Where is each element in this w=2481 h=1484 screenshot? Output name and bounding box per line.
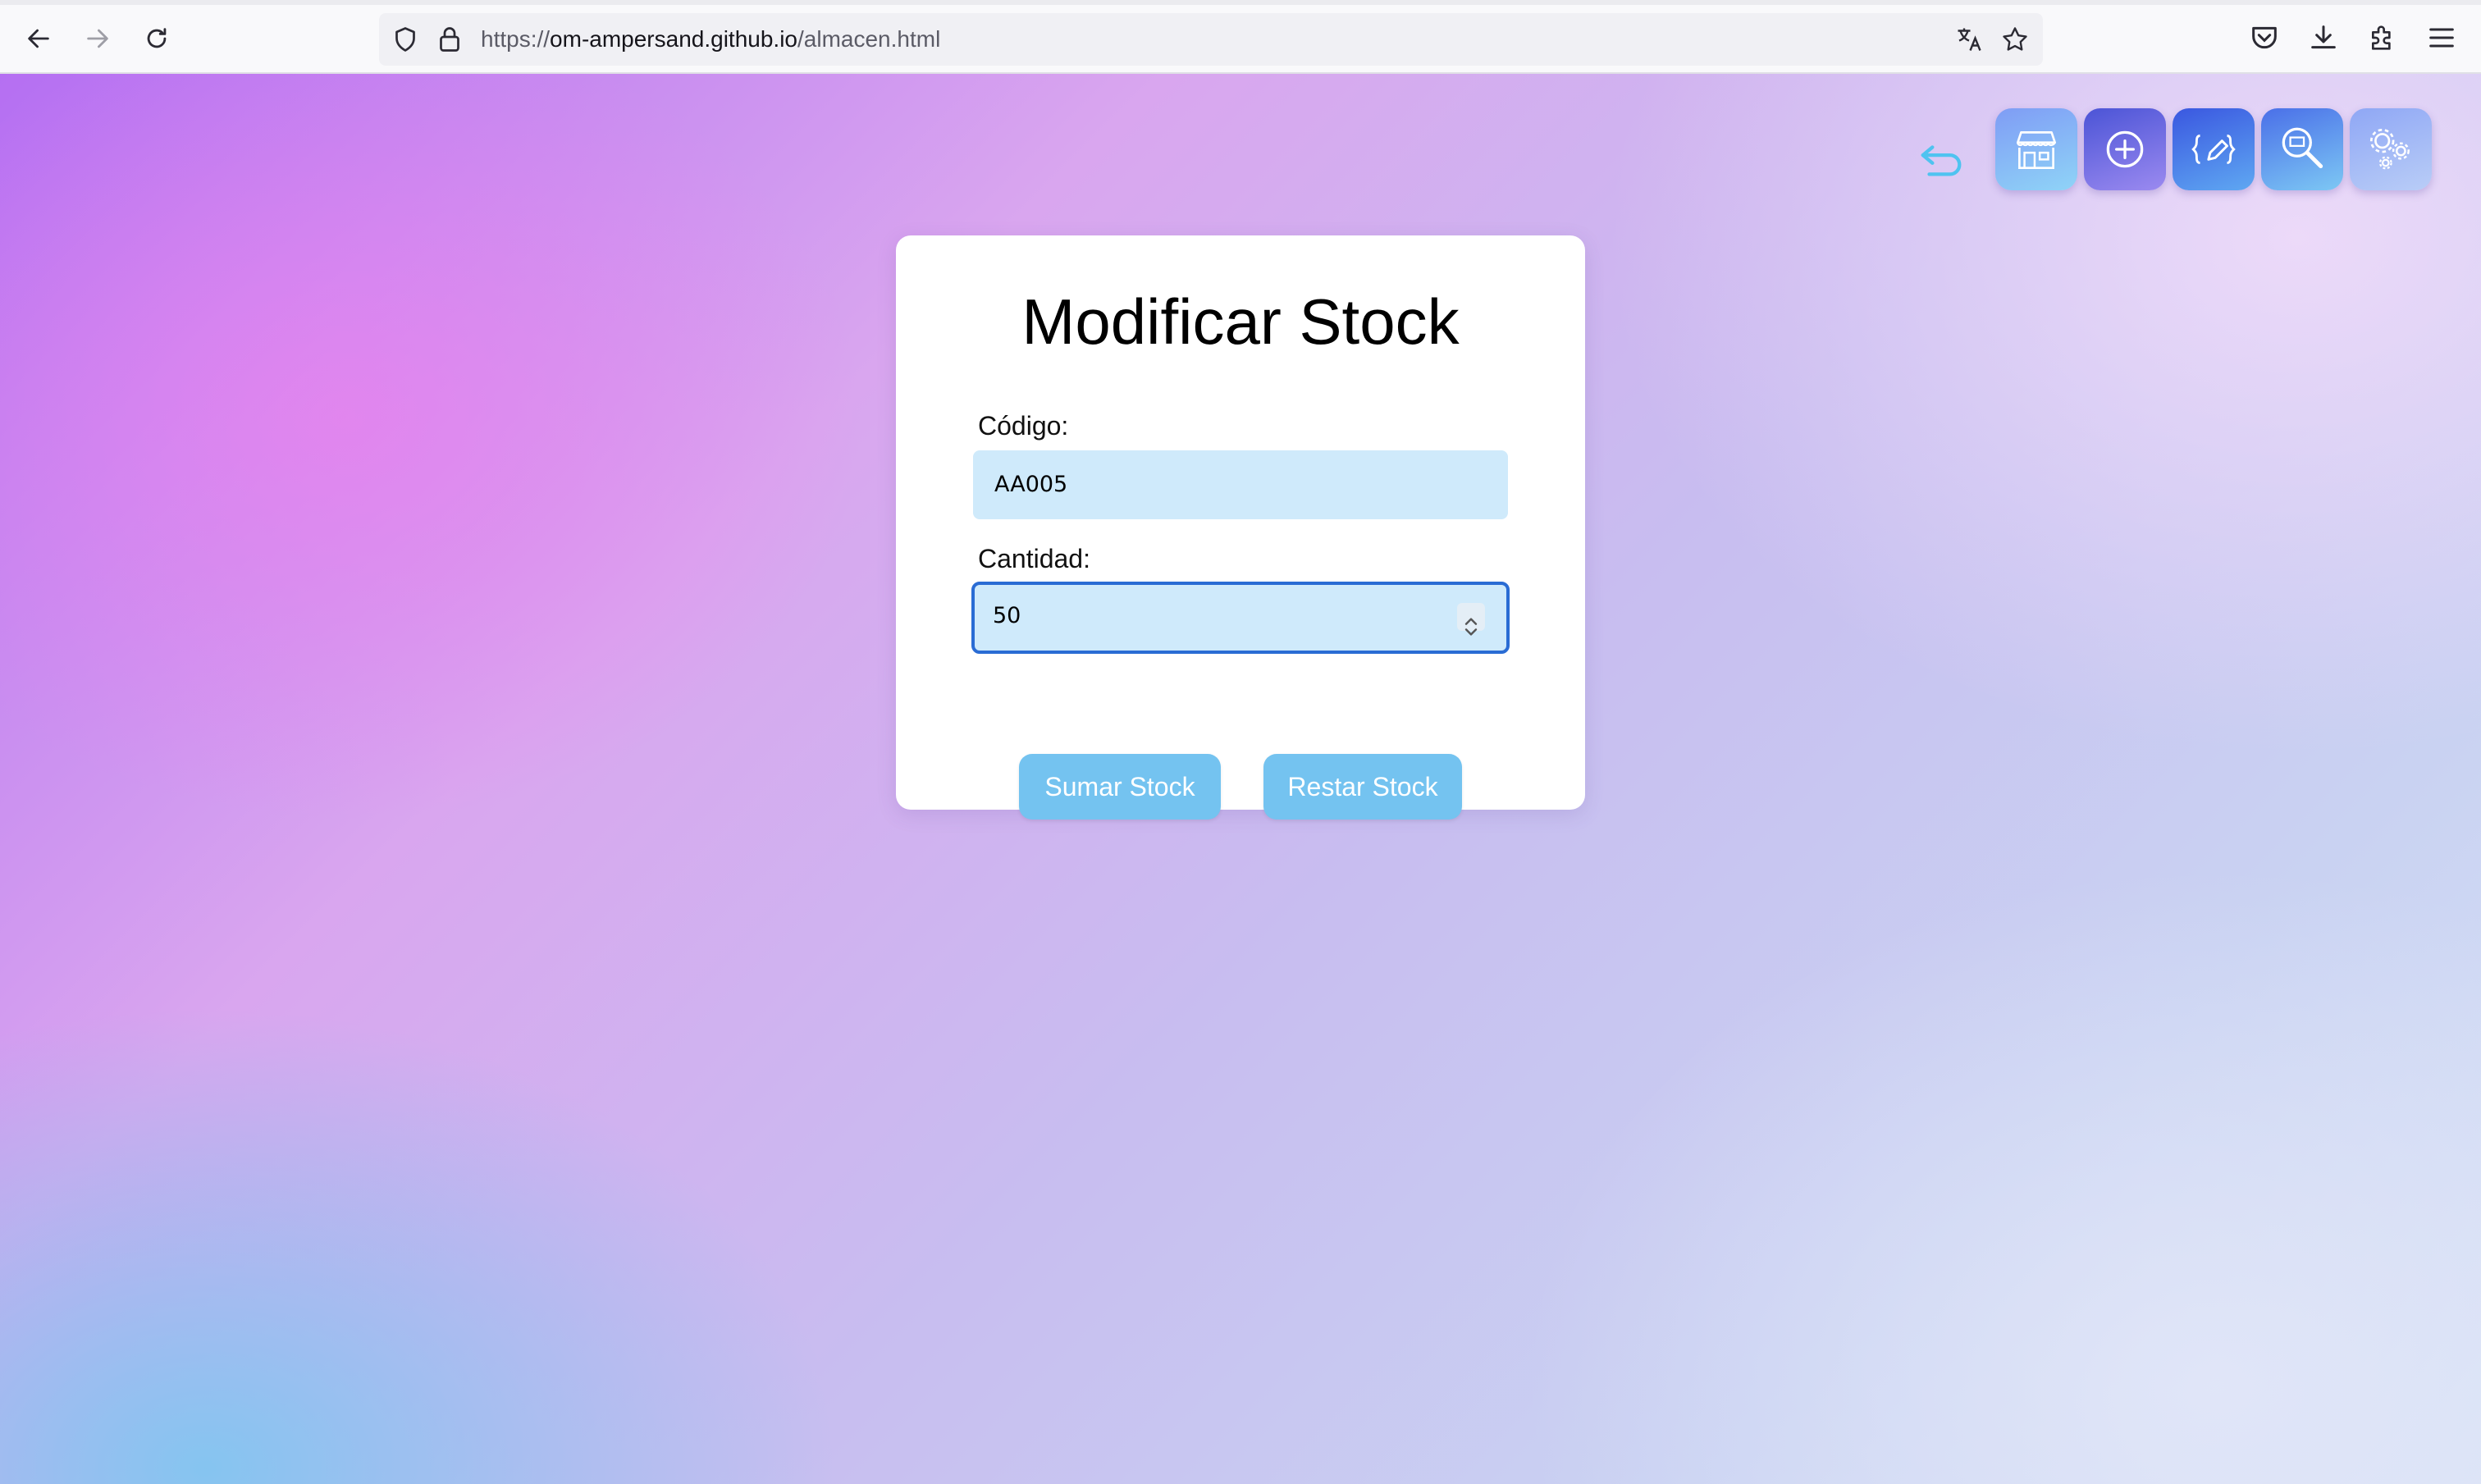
pocket-icon xyxy=(2252,26,2277,49)
browser-toolbar: https://om-ampersand.github.io/almacen.h… xyxy=(0,0,2481,74)
puzzle-icon xyxy=(2372,25,2391,50)
bookmark-star-icon[interactable] xyxy=(2000,25,2030,54)
tab-strip xyxy=(0,0,2481,5)
nav-search-button[interactable] xyxy=(2261,108,2343,190)
download-icon xyxy=(2311,25,2336,49)
nav-add-button[interactable] xyxy=(2084,108,2166,190)
subtract-stock-button[interactable]: Restar Stock xyxy=(1263,754,1462,820)
code-input[interactable]: AA005 xyxy=(973,450,1508,519)
hamburger-menu-icon xyxy=(2429,28,2454,48)
pocket-button[interactable] xyxy=(2248,21,2281,54)
lock-icon[interactable] xyxy=(435,25,464,54)
stock-form-card: Modificar Stock Código: AA005 Cantidad: … xyxy=(896,235,1585,820)
settings-icon xyxy=(2369,128,2410,170)
add-stock-button[interactable]: Sumar Stock xyxy=(1019,754,1221,820)
url-host: om-ampersand.github.io xyxy=(550,26,797,52)
translate-icon[interactable] xyxy=(1954,25,1984,54)
store-icon xyxy=(2016,131,2057,170)
quantity-value: 50 xyxy=(993,603,1021,628)
nav-store-button[interactable] xyxy=(1995,108,2077,190)
url-scheme: https:// xyxy=(481,26,551,52)
back-arrow-icon xyxy=(1921,145,1962,176)
add-icon xyxy=(2106,130,2144,168)
arrow-left-icon xyxy=(28,29,49,48)
stepper-arrows-icon xyxy=(1464,618,1478,636)
code-label: Código: xyxy=(978,411,1069,441)
browser-back-button[interactable] xyxy=(20,20,57,57)
search-icon xyxy=(2282,127,2323,169)
form-title: Modificar Stock xyxy=(1021,285,1460,358)
downloads-button[interactable] xyxy=(2307,21,2340,54)
nav-settings-button[interactable] xyxy=(2350,108,2432,190)
nav-edit-button[interactable] xyxy=(2173,108,2255,190)
url-text[interactable]: https://om-ampersand.github.io/almacen.h… xyxy=(481,25,940,54)
browser-forward-button[interactable] xyxy=(79,20,117,57)
arrow-right-icon xyxy=(87,29,108,48)
quantity-stepper[interactable] xyxy=(1457,603,1485,636)
quantity-input[interactable]: 50 xyxy=(971,582,1510,654)
reload-icon xyxy=(147,28,167,48)
url-path: /almacen.html xyxy=(797,26,941,52)
browser-reload-button[interactable] xyxy=(138,20,176,57)
extensions-button[interactable] xyxy=(2366,21,2399,54)
quantity-label: Cantidad: xyxy=(978,544,1090,573)
edit-icon xyxy=(2191,135,2236,164)
shield-icon[interactable] xyxy=(391,25,420,54)
back-button[interactable] xyxy=(1917,133,1967,184)
menu-button[interactable] xyxy=(2425,21,2458,54)
address-bar[interactable]: https://om-ampersand.github.io/almacen.h… xyxy=(379,13,2043,66)
page-background: Modificar Stock Código: AA005 Cantidad: … xyxy=(0,74,2481,1484)
